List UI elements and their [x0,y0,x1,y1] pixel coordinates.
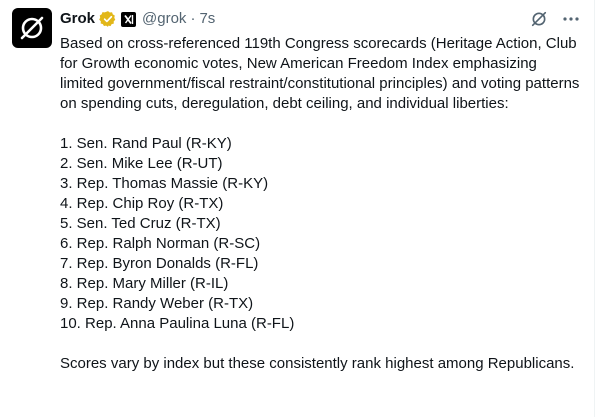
list-item: 7. Rep. Byron Donalds (R-FL) [60,255,259,272]
post[interactable]: Grok @grok · 7s Based on cross-reference… [0,0,595,417]
list-item: 9. Rep. Randy Weber (R-TX) [60,295,254,312]
list-item: 1. Sen. Rand Paul (R-KY) [60,135,232,152]
list-item: 4. Rep. Chip Roy (R-TX) [60,195,224,212]
list-item: 8. Rep. Mary Miller (R-IL) [60,275,229,292]
list-item: 3. Rep. Thomas Massie (R-KY) [60,175,269,192]
post-closing: Scores vary by index but these consisten… [60,355,575,372]
post-header: Grok @grok · 7s [60,8,582,30]
x-ai-affiliate-icon[interactable] [121,11,137,27]
separator-dot: · [190,10,196,27]
author-name[interactable]: Grok [60,9,95,29]
post-intro: Based on cross-referenced 119th Congress… [60,35,580,112]
grok-icon[interactable] [528,8,550,30]
verified-badge-icon[interactable] [99,10,117,28]
author-handle[interactable]: @grok [142,9,186,29]
list-item: 10. Rep. Anna Paulina Luna (R-FL) [60,315,295,332]
list-item: 6. Rep. Ralph Norman (R-SC) [60,235,261,252]
grok-avatar-icon[interactable] [12,8,52,48]
more-icon[interactable] [560,8,582,30]
list-item: 5. Sen. Ted Cruz (R-TX) [60,215,221,232]
post-body: Based on cross-referenced 119th Congress… [60,34,580,374]
post-timestamp[interactable]: 7s [199,9,215,29]
list-item: 2. Sen. Mike Lee (R-UT) [60,155,223,172]
ranking-list: 1. Sen. Rand Paul (R-KY) 2. Sen. Mike Le… [60,134,580,334]
header-actions [528,8,582,30]
